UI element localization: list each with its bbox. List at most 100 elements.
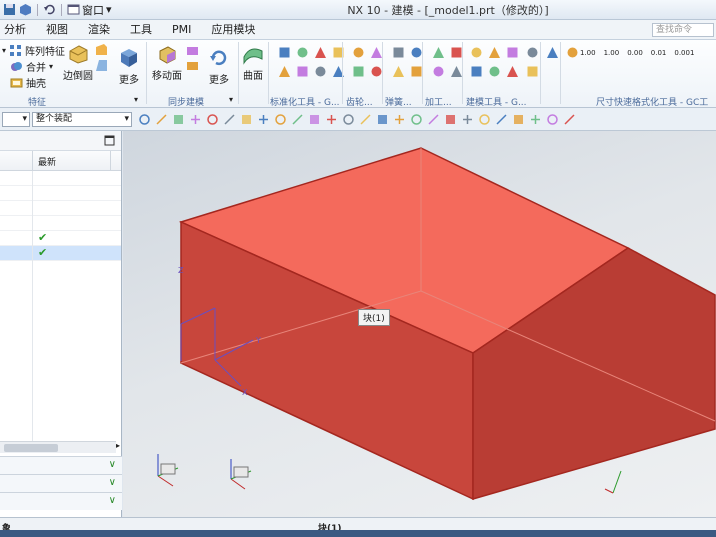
table-row[interactable]: ✔ <box>0 231 121 246</box>
snap-filter-icon[interactable] <box>546 113 559 126</box>
snap-filter-icon[interactable] <box>410 113 423 126</box>
cube-icon[interactable] <box>19 3 32 16</box>
details-panel[interactable]: ∨ <box>0 474 122 492</box>
format-value-5[interactable]: 0.001 <box>674 49 694 57</box>
shell-button[interactable]: 抽壳 <box>10 75 46 90</box>
ribbon-command-icon[interactable] <box>296 46 309 59</box>
ribbon-command-icon[interactable] <box>566 46 579 59</box>
snap-filter-icon[interactable] <box>155 113 168 126</box>
tab-analysis[interactable]: 分析 <box>0 20 36 40</box>
ribbon-command-icon[interactable] <box>506 46 519 59</box>
scroll-right-icon[interactable]: ▸ <box>116 441 120 450</box>
dependencies-panel[interactable]: ∨ <box>0 456 122 474</box>
window-menu-button[interactable]: 窗口 ▾ <box>67 2 112 18</box>
table-row[interactable] <box>0 201 121 216</box>
table-row[interactable] <box>0 171 121 186</box>
ribbon-command-icon[interactable] <box>332 46 345 59</box>
ribbon-command-icon[interactable] <box>278 65 291 78</box>
table-row-selected[interactable]: ✔ <box>0 246 121 261</box>
unite-button[interactable]: 合并 ▾ <box>10 59 53 74</box>
tab-render[interactable]: 渲染 <box>78 20 120 40</box>
delete-face-button[interactable] <box>186 59 199 72</box>
feature-group-expander[interactable]: ▾ <box>134 95 138 104</box>
snap-filter-icon[interactable] <box>529 113 542 126</box>
move-face-button[interactable]: 移动面 <box>152 43 182 82</box>
snap-filter-icon[interactable] <box>495 113 508 126</box>
snap-filter-icon[interactable] <box>376 113 389 126</box>
horizontal-scrollbar[interactable]: ▸ <box>0 441 120 453</box>
snap-filter-icon[interactable] <box>359 113 372 126</box>
snap-filter-icon[interactable] <box>563 113 576 126</box>
tab-application[interactable]: 应用模块 <box>201 20 265 40</box>
ribbon-command-icon[interactable] <box>432 46 445 59</box>
chamfer-button[interactable] <box>95 43 108 56</box>
ribbon-command-icon[interactable] <box>392 65 405 78</box>
table-row[interactable] <box>0 186 121 201</box>
snap-filter-icon[interactable] <box>189 113 202 126</box>
ribbon-command-icon[interactable] <box>314 65 327 78</box>
snap-filter-icon[interactable] <box>240 113 253 126</box>
ribbon-command-icon[interactable] <box>392 46 405 59</box>
scrollbar-thumb[interactable] <box>4 444 58 452</box>
snap-filter-icon[interactable] <box>291 113 304 126</box>
ribbon-command-icon[interactable] <box>526 46 539 59</box>
format-value-2[interactable]: 1.00 <box>604 49 620 57</box>
snap-filter-icon[interactable] <box>223 113 236 126</box>
undo-icon[interactable] <box>43 3 56 16</box>
snap-filter-icon[interactable] <box>427 113 440 126</box>
snap-filter-icon[interactable] <box>478 113 491 126</box>
ribbon-command-icon[interactable] <box>278 46 291 59</box>
axis-label-z: Z <box>178 266 184 275</box>
column-latest[interactable]: 最新 <box>38 155 56 168</box>
type-filter-dropdown[interactable] <box>2 111 30 127</box>
selection-toolbar: 整个装配 <box>0 108 716 131</box>
draft-button[interactable] <box>95 59 108 72</box>
snap-filter-icon[interactable] <box>461 113 474 126</box>
format-value-3[interactable]: 0.00 <box>627 49 643 57</box>
tab-pmi[interactable]: PMI <box>162 20 201 40</box>
ribbon-command-icon[interactable] <box>314 46 327 59</box>
ribbon-command-icon[interactable] <box>470 65 483 78</box>
format-value-1[interactable]: 1.00 <box>580 49 596 57</box>
selection-scope-dropdown[interactable]: 整个装配 <box>32 111 132 127</box>
snap-filter-icon[interactable] <box>342 113 355 126</box>
format-value-4[interactable]: 0.01 <box>651 49 667 57</box>
tab-view[interactable]: 视图 <box>36 20 78 40</box>
ribbon-command-icon[interactable] <box>470 46 483 59</box>
surface-button[interactable]: 曲面 <box>242 43 264 82</box>
ribbon-command-icon[interactable] <box>546 46 559 59</box>
edge-blend-button[interactable]: 边倒圆 <box>63 43 93 82</box>
ribbon-command-icon[interactable] <box>526 65 539 78</box>
ribbon-command-icon[interactable] <box>488 46 501 59</box>
pattern-feature-button[interactable]: ▾ 阵列特征 <box>2 43 65 58</box>
sync-more-button[interactable]: 更多 <box>208 47 230 86</box>
sync-group-expander[interactable]: ▾ <box>229 95 233 104</box>
save-icon[interactable] <box>3 3 16 16</box>
graphics-viewport[interactable]: Y X Z 块(1) <box>123 131 716 517</box>
snap-filter-icon[interactable] <box>138 113 151 126</box>
ribbon-command-icon[interactable] <box>296 65 309 78</box>
snap-filter-icon[interactable] <box>274 113 287 126</box>
preview-panel[interactable]: ∨ <box>0 492 122 510</box>
ribbon-command-icon[interactable] <box>352 65 365 78</box>
command-search-input[interactable]: 查找命令 <box>652 23 714 37</box>
ribbon-command-icon[interactable] <box>432 65 445 78</box>
ribbon-command-icon[interactable] <box>506 65 519 78</box>
snap-filter-icon[interactable] <box>512 113 525 126</box>
snap-filter-icon[interactable] <box>393 113 406 126</box>
snap-filter-icon[interactable] <box>325 113 338 126</box>
table-row[interactable] <box>0 216 121 231</box>
ribbon-command-icon[interactable] <box>332 65 345 78</box>
tab-tools[interactable]: 工具 <box>120 20 162 40</box>
maximize-icon[interactable] <box>104 135 115 146</box>
snap-filter-icon[interactable] <box>257 113 270 126</box>
ribbon-command-icon[interactable] <box>488 65 501 78</box>
ribbon-command-icon[interactable] <box>352 46 365 59</box>
snap-filter-icon[interactable] <box>444 113 457 126</box>
snap-filter-icon[interactable] <box>172 113 185 126</box>
feature-more-button[interactable]: 更多 <box>118 47 140 86</box>
snap-filter-icon[interactable] <box>206 113 219 126</box>
pull-face-button[interactable] <box>186 43 199 56</box>
snap-filter-icon[interactable] <box>308 113 321 126</box>
model-scene[interactable]: Y X Z <box>123 131 716 517</box>
